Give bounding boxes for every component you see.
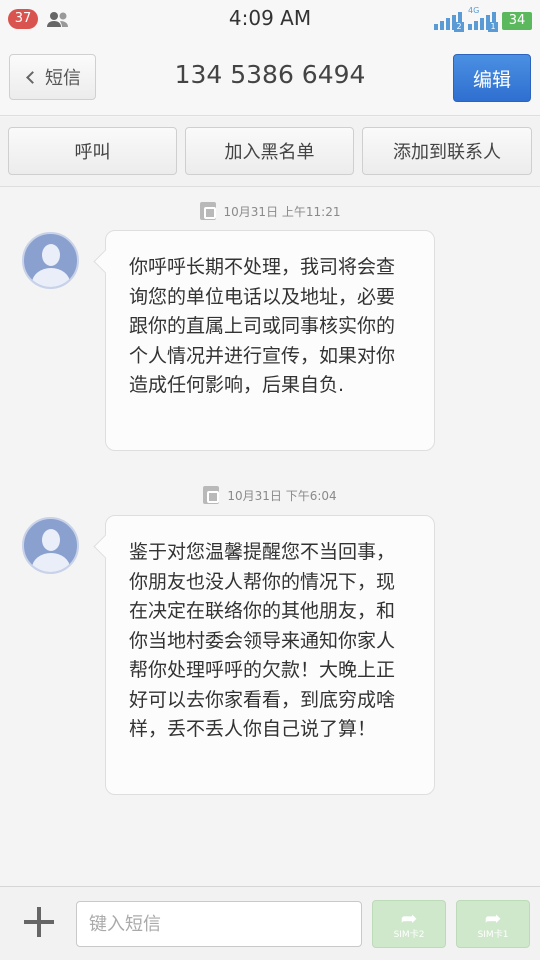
message-timestamp: 10月31日 下午6:04 <box>0 486 540 504</box>
sender-avatar[interactable] <box>22 517 79 574</box>
conversation-header: 短信 134 5386 6494 编辑 <box>0 38 540 116</box>
status-bar: 37 4:09 AM 2 4G 1 34 <box>0 0 540 38</box>
battery-level: 34 <box>502 12 532 30</box>
chevron-left-icon <box>26 70 39 84</box>
message-thread[interactable]: 10月31日 上午11:21 你呼呼长期不处理，我司将会查询您的单位电话以及地址… <box>0 188 540 886</box>
contact-number-title: 134 5386 6494 <box>174 60 366 89</box>
add-to-blacklist-button[interactable]: 加入黑名单 <box>185 127 354 175</box>
signal-sim1-icon: 4G 1 <box>468 6 498 32</box>
send-sim1-label: SIM卡1 <box>477 930 509 940</box>
message-input[interactable] <box>76 901 362 947</box>
add-to-contacts-button[interactable]: 添加到联系人 <box>362 127 532 175</box>
status-indicators: 2 4G 1 34 <box>434 6 532 32</box>
message-bubble[interactable]: 鉴于对您温馨提醒您不当回事，你朋友也没人帮你的情况下，现在决定在联络你的其他朋友… <box>105 515 435 795</box>
send-sim2-label: SIM卡2 <box>393 930 425 940</box>
send-arrow-icon: ➦ <box>484 906 502 930</box>
network-type-label: 4G <box>468 6 480 15</box>
timestamp-text: 10月31日 下午6:04 <box>227 488 337 503</box>
plus-icon[interactable] <box>22 905 56 939</box>
composer-bar: ➦ SIM卡2 ➦ SIM卡1 <box>0 886 540 960</box>
sim-card-icon <box>203 486 220 504</box>
send-arrow-icon: ➦ <box>400 906 418 930</box>
sim-card-icon <box>199 202 216 220</box>
edit-button[interactable]: 编辑 <box>453 54 531 102</box>
message-bubble[interactable]: 你呼呼长期不处理，我司将会查询您的单位电话以及地址，必要跟你的直属上司或同事核实… <box>105 230 435 451</box>
back-button-label: 短信 <box>45 68 81 89</box>
send-sim2-button[interactable]: ➦ SIM卡2 <box>372 900 446 948</box>
back-button[interactable]: 短信 <box>9 54 96 100</box>
timestamp-text: 10月31日 上午11:21 <box>223 204 341 219</box>
sender-avatar[interactable] <box>22 232 79 289</box>
call-button[interactable]: 呼叫 <box>8 127 177 175</box>
message-timestamp: 10月31日 上午11:21 <box>0 202 540 220</box>
signal-sim2-icon: 2 <box>434 12 464 32</box>
send-sim1-button[interactable]: ➦ SIM卡1 <box>456 900 530 948</box>
contact-actions: 呼叫 加入黑名单 添加到联系人 <box>0 117 540 187</box>
